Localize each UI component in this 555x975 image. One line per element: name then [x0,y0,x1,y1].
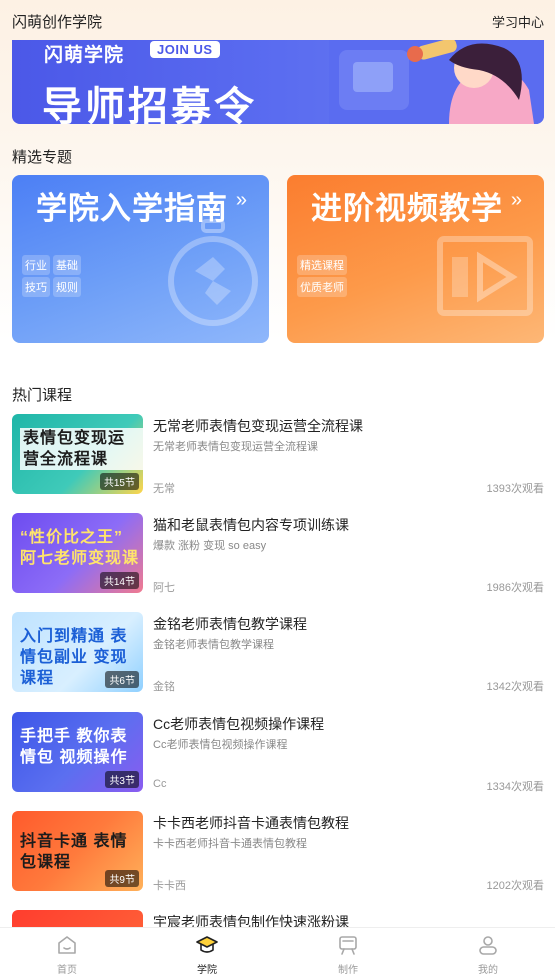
course-subtitle: 金铭老师表情包教学课程 [153,639,274,651]
video-play-icon [437,236,533,316]
course-title: Cc老师表情包视频操作课程 [153,716,325,732]
tab-label: 首页 [57,965,77,975]
course-views: 1393次观看 [486,483,544,495]
course-item[interactable]: “性价比之王” 阿七老师变现课 共14节 猫和老鼠表情包内容专项训练课 爆款 涨… [12,513,544,594]
bottom-tab-bar: 首页 学院 制作 我的 [0,927,555,975]
course-author: 阿七 [153,582,175,594]
lesson-count-badge: 共14节 [99,572,139,589]
chevron-right-icon: » [510,189,522,211]
course-item[interactable]: 表情包变现运营全流程课 共15节 无常老师表情包变现运营全流程课 无常老师表情包… [12,414,544,495]
course-author: 无常 [153,483,175,495]
tab-label: 学院 [197,965,217,975]
thumbnail-text: 抖音卡通 表情包课程 [20,833,128,871]
course-views: 1202次观看 [486,880,544,892]
banner-illustration [329,40,544,124]
lesson-count-badge: 共6节 [105,671,139,688]
hot-section-title: 热门课程 [12,387,73,404]
course-title: 无常老师表情包变现运营全流程课 [153,418,363,434]
graduation-cap-icon [196,936,218,953]
topic-tag[interactable]: 基础 [53,255,81,275]
profile-icon [479,936,497,955]
course-thumbnail: 抖音卡通 表情包课程 共9节 [12,811,143,891]
recruit-banner[interactable]: 闪萌学院 JOIN US 导师招募令 [12,40,544,124]
chevron-right-icon: » [235,189,247,211]
app-title: 闪萌创作学院 [12,14,103,31]
study-center-link[interactable]: 学习中心 [492,12,544,31]
tab-profile[interactable]: 我的 [438,928,538,975]
lesson-count-badge: 共3节 [105,771,139,788]
topic-tag[interactable]: 技巧 [22,277,50,297]
tab-create[interactable]: 制作 [298,928,398,975]
tab-label: 制作 [338,965,358,975]
course-title: 卡卡西老师抖音卡通表情包教程 [153,815,349,831]
tab-academy[interactable]: 学院 [157,928,257,975]
featured-section-title: 精选专题 [12,149,73,166]
course-subtitle: 无常老师表情包变现运营全流程课 [153,441,318,453]
topic-tag[interactable]: 优质老师 [297,277,347,297]
course-author: Cc [153,778,167,790]
course-subtitle: 爆款 涨粉 变现 so easy [153,540,267,552]
easel-icon [339,936,357,955]
course-views: 1986次观看 [486,582,544,594]
course-views: 1334次观看 [486,781,544,793]
stopwatch-icon [168,219,258,326]
topic-card-title: 进阶视频教学 [311,191,503,226]
banner-headline: 导师招募令 [42,85,257,124]
course-item[interactable]: 抖音卡通 表情包课程 共9节 卡卡西老师抖音卡通表情包教程 卡卡西老师抖音卡通表… [12,811,544,892]
course-views: 1342次观看 [486,681,544,693]
course-thumbnail: 表情包变现运营全流程课 共15节 [12,414,143,494]
thumbnail-text: 表情包变现运营全流程课 [20,428,143,470]
topic-card-video[interactable]: 进阶视频教学 » 精选课程 优质老师 [287,175,544,343]
course-item[interactable]: 手把手 教你表情包 视频操作 共3节 Cc老师表情包视频操作课程 Cc老师表情包… [12,712,544,793]
topic-tag[interactable]: 精选课程 [297,255,347,275]
tab-label: 我的 [478,965,498,975]
thumbnail-text: “性价比之王” 阿七老师变现课 [20,529,140,567]
course-subtitle: 卡卡西老师抖音卡通表情包教程 [153,838,307,850]
lesson-count-badge: 共15节 [99,473,139,490]
topic-tag[interactable]: 规则 [53,277,81,297]
course-thumbnail: “性价比之王” 阿七老师变现课 共14节 [12,513,143,593]
thumbnail-text: 手把手 教你表情包 视频操作 [20,728,128,766]
top-bar: 闪萌创作学院 学习中心 [0,0,555,40]
home-icon [58,936,76,954]
banner-small-text: 闪萌学院 [44,45,125,66]
course-thumbnail: 手把手 教你表情包 视频操作 共3节 [12,712,143,792]
course-title: 猫和老鼠表情包内容专项训练课 [153,517,349,533]
course-author: 金铭 [153,681,175,693]
lesson-count-badge: 共9节 [105,870,139,887]
join-us-badge: JOIN US [150,41,220,58]
topic-tag[interactable]: 行业 [22,255,50,275]
tab-home[interactable]: 首页 [17,928,117,975]
course-item[interactable]: 入门到精通 表情包副业 变现课程 共6节 金铭老师表情包教学课程 金铭老师表情包… [12,612,544,693]
course-author: 卡卡西 [153,880,186,892]
topic-card-guide[interactable]: 学院入学指南 » 行业 基础 技巧 规则 [12,175,269,343]
course-subtitle: Cc老师表情包视频操作课程 [153,739,288,751]
course-thumbnail: 入门到精通 表情包副业 变现课程 共6节 [12,612,143,692]
course-title: 金铭老师表情包教学课程 [153,616,307,632]
